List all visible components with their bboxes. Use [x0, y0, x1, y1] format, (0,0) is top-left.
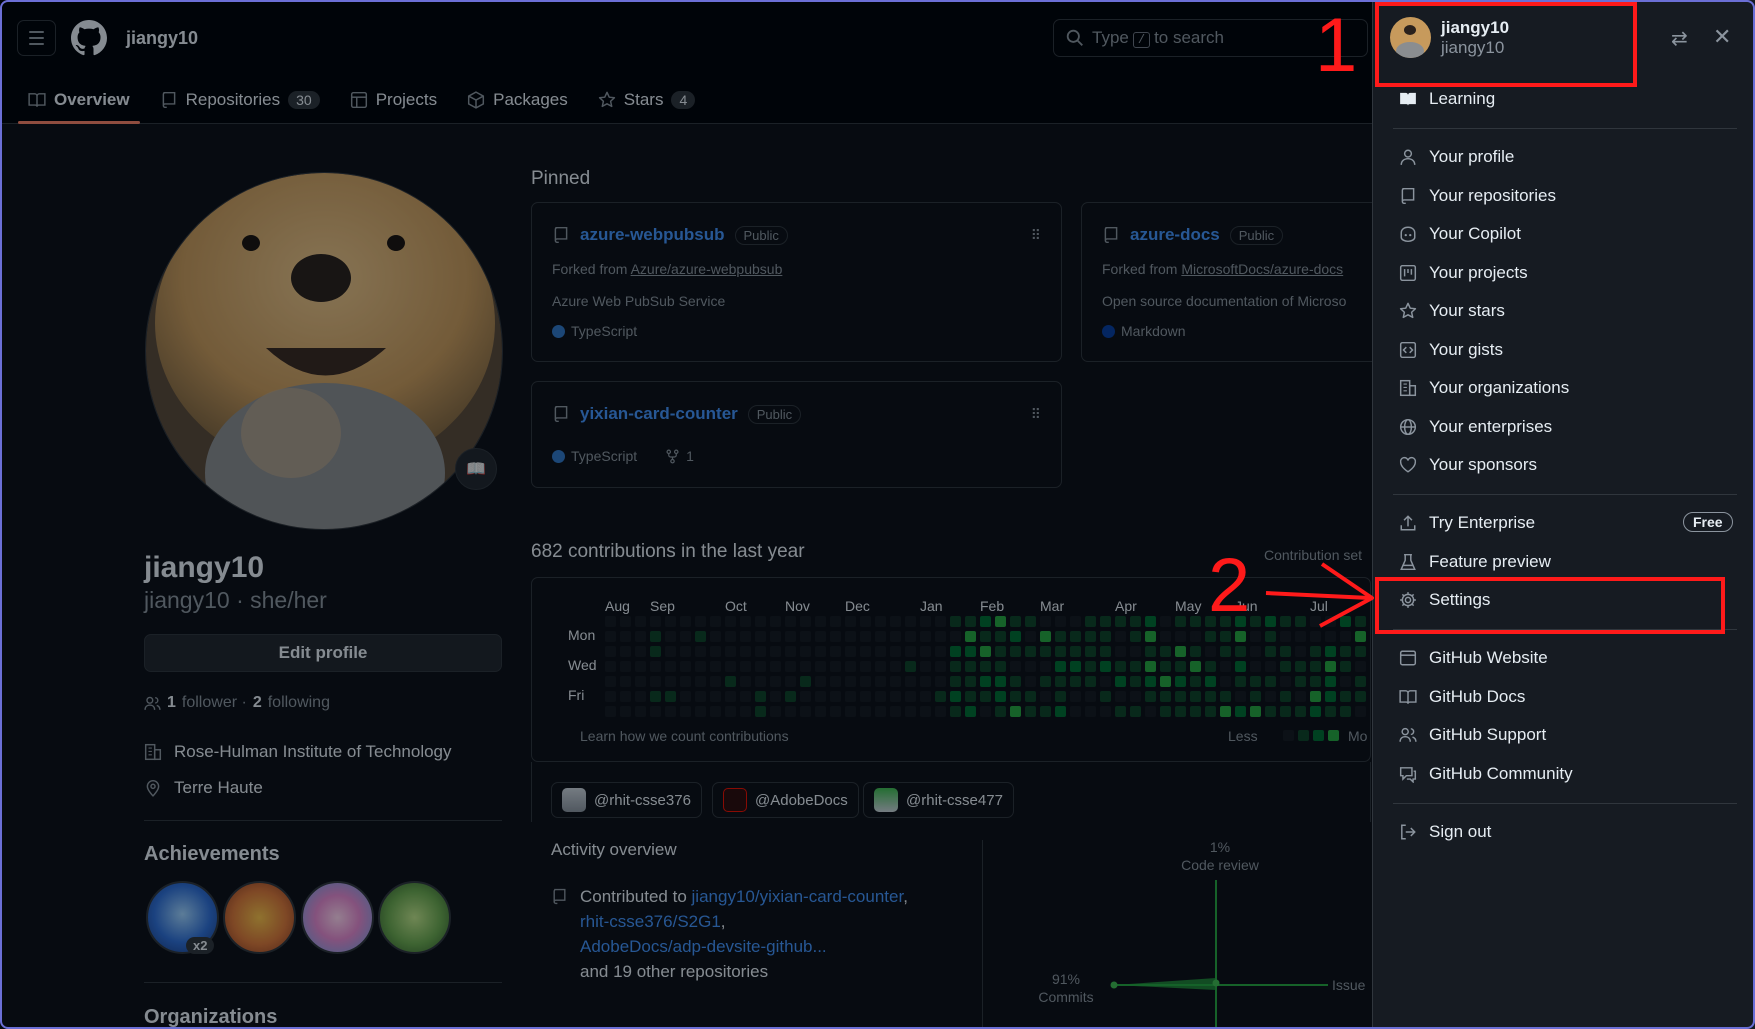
- menu-item-your-projects[interactable]: Your projects: [1399, 263, 1528, 283]
- menu-item-your-gists[interactable]: Your gists: [1399, 340, 1503, 360]
- annotation-box-settings: [1375, 577, 1725, 634]
- star-icon: [1399, 302, 1417, 319]
- menu-item-label: GitHub Support: [1429, 725, 1547, 744]
- menu-item-label: Your Copilot: [1429, 224, 1521, 243]
- menu-item-github-community[interactable]: GitHub Community: [1399, 764, 1573, 784]
- project-icon: [1399, 264, 1417, 282]
- free-badge: Free: [1683, 512, 1733, 532]
- menu-item-label: Your organizations: [1429, 378, 1570, 397]
- people-icon: [1399, 727, 1417, 742]
- menu-item-label: Your enterprises: [1429, 417, 1553, 436]
- heart-icon: [1399, 456, 1417, 473]
- user-menu-drawer: jiangy10 jiangy10 ⇄ ✕ Learning Your prof…: [1372, 0, 1755, 1029]
- menu-item-your-stars[interactable]: Your stars: [1399, 301, 1505, 321]
- menu-item-label: Your profile: [1429, 147, 1515, 166]
- menu-separator: [1393, 494, 1737, 495]
- menu-item-label: GitHub Community: [1429, 764, 1573, 783]
- menu-item-label: GitHub Website: [1429, 648, 1548, 667]
- annotation-step-2: 2: [1208, 543, 1251, 628]
- annotation-arrow: [1265, 562, 1374, 628]
- menu-item-label: Your gists: [1429, 340, 1504, 359]
- close-icon[interactable]: ✕: [1713, 24, 1731, 50]
- annotation-step-1: 1: [1315, 3, 1358, 88]
- menu-item-learning[interactable]: Learning: [1399, 89, 1495, 109]
- menu-item-github-website[interactable]: GitHub Website: [1399, 648, 1548, 668]
- person-icon: [1400, 149, 1416, 165]
- menu-item-your-profile[interactable]: Your profile: [1399, 147, 1514, 167]
- sign-out-icon: [1401, 824, 1416, 840]
- code-square-icon: [1399, 341, 1417, 359]
- menu-item-feature-preview[interactable]: Feature preview: [1399, 552, 1551, 572]
- menu-item-label: Your repositories: [1429, 186, 1556, 205]
- menu-item-try-enterprise[interactable]: Try Enterprise: [1399, 513, 1535, 533]
- menu-item-label: Your sponsors: [1429, 455, 1538, 474]
- menu-item-your-copilot[interactable]: Your Copilot: [1399, 224, 1521, 244]
- menu-item-your-organizations[interactable]: Your organizations: [1399, 378, 1569, 398]
- menu-item-label: Sign out: [1429, 822, 1492, 841]
- browser-icon: [1399, 650, 1417, 666]
- menu-item-your-sponsors[interactable]: Your sponsors: [1399, 455, 1537, 475]
- book-icon: [1400, 92, 1416, 106]
- copilot-icon: [1400, 226, 1416, 243]
- globe-icon: [1399, 418, 1417, 436]
- menu-item-label: GitHub Docs: [1429, 687, 1526, 706]
- menu-item-your-repositories[interactable]: Your repositories: [1399, 186, 1556, 206]
- comment-icon: [1399, 767, 1417, 783]
- menu-item-label: Your stars: [1429, 301, 1505, 320]
- menu-item-your-enterprises[interactable]: Your enterprises: [1399, 417, 1552, 437]
- menu-item-label: Try Enterprise: [1429, 513, 1536, 532]
- menu-separator: [1393, 803, 1737, 804]
- menu-item-github-docs[interactable]: GitHub Docs: [1399, 687, 1525, 707]
- menu-item-label: Learning: [1429, 89, 1496, 108]
- menu-item-github-support[interactable]: GitHub Support: [1399, 725, 1546, 745]
- menu-item-label: Your projects: [1429, 263, 1528, 282]
- menu-item-sign-out[interactable]: Sign out: [1399, 822, 1491, 842]
- menu-item-label: Feature preview: [1429, 552, 1551, 571]
- organization-icon: [1399, 379, 1417, 397]
- beaker-icon: [1400, 553, 1416, 571]
- menu-separator: [1393, 128, 1737, 129]
- repo-icon: [1401, 187, 1415, 205]
- switch-account-icon[interactable]: ⇄: [1671, 26, 1688, 51]
- upload-icon: [1400, 515, 1416, 531]
- annotation-box-user: [1375, 2, 1637, 87]
- page-overlay[interactable]: [0, 0, 1372, 1029]
- book-open-icon: [1399, 690, 1417, 704]
